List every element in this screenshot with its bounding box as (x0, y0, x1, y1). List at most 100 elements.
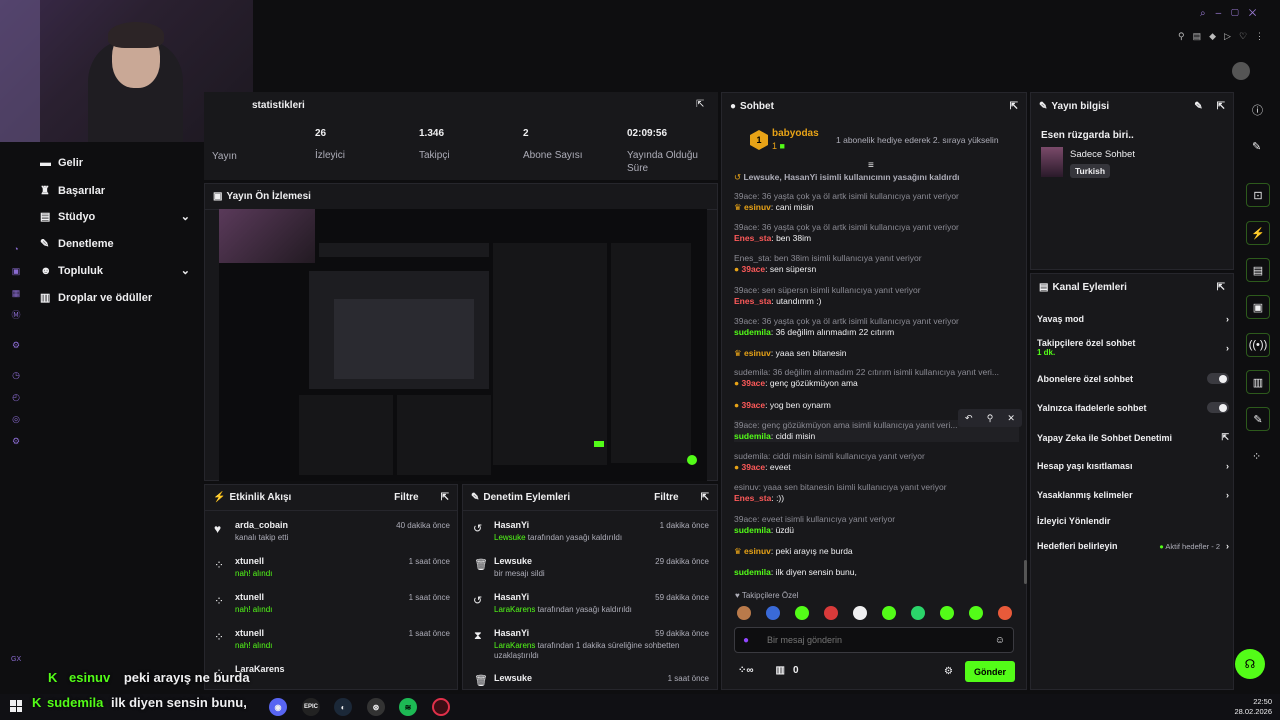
account-age-row[interactable]: Hesap yaşı kısıtlaması › (1037, 461, 1229, 471)
pin-icon[interactable]: ⚲ (987, 413, 994, 424)
kick-points-icon[interactable]: ⁘ (1252, 450, 1261, 463)
emote[interactable] (766, 606, 780, 620)
storage-icon[interactable]: ▥ (1246, 370, 1270, 394)
chat-input[interactable] (767, 635, 995, 645)
wrench-icon[interactable]: ✎ (1246, 407, 1270, 431)
emoji-icon[interactable]: ☺ (995, 635, 1005, 646)
windows-icon[interactable] (10, 700, 22, 712)
restore-icon[interactable]: ▢ (1231, 8, 1249, 19)
emote[interactable] (998, 606, 1012, 620)
edit-icon[interactable]: ✎ (1252, 140, 1261, 153)
clock: 22:50 28.02.2026 (1234, 697, 1272, 716)
expand-icon[interactable]: ⇱ (1010, 101, 1018, 112)
info-icon[interactable]: ⓘ (1252, 102, 1263, 118)
epic-icon[interactable]: EPIC (302, 698, 320, 716)
support-button[interactable]: ☊ (1235, 649, 1265, 679)
m-icon[interactable]: Ⓜ (8, 304, 24, 326)
chat-input-box[interactable]: ● ☺ (734, 627, 1014, 653)
sidebar-item-studyo[interactable]: ▤ Stüdyo ⌄ (40, 210, 190, 224)
expand-icon[interactable]: ⇱ (1217, 282, 1225, 293)
slow-mode-row[interactable]: Yavaş mod › (1037, 314, 1229, 324)
ai-moderation-row[interactable]: Yapay Zeka ile Sohbet Denetimi ⇱ (1037, 432, 1229, 443)
sidebar-item-denetleme[interactable]: ✎ Denetleme (40, 237, 114, 251)
emote[interactable] (853, 606, 867, 620)
chat-icon[interactable]: ◎ (8, 408, 24, 430)
emote[interactable] (911, 606, 925, 620)
emote[interactable] (969, 606, 983, 620)
avatar[interactable] (1232, 62, 1250, 80)
emote-only-toggle[interactable] (1207, 402, 1229, 413)
screen-icon[interactable]: ⊡ (1246, 183, 1270, 207)
category-name[interactable]: Sadece Sohbet (1070, 149, 1135, 160)
browser-icon[interactable]: ⊛ (367, 698, 385, 716)
emote[interactable] (795, 606, 809, 620)
window-controls: ⌕–▢✕ (1200, 8, 1266, 19)
reply-icon[interactable]: ↶ (965, 413, 973, 424)
filter-button[interactable]: Filtre (654, 492, 678, 503)
chat-bubble-icon[interactable]: ▣ (1246, 295, 1270, 319)
discord-icon[interactable]: ◉ (269, 698, 287, 716)
bookmark-icon[interactable]: ▤ (1193, 31, 1210, 41)
expand-icon[interactable]: ⇱ (441, 492, 449, 503)
edit-icon[interactable]: ✎ (1194, 101, 1202, 112)
points-area: ⁘∞ ▥ 0 (738, 665, 799, 676)
emote[interactable] (824, 606, 838, 620)
gear-icon[interactable]: ⚙ (944, 666, 953, 677)
minimize-icon[interactable]: – (1216, 8, 1232, 19)
emote-only-row: Yalnızca ifadelerle sohbet (1037, 402, 1229, 413)
calendar-icon[interactable]: ▣ (8, 260, 24, 282)
followers-only-row[interactable]: Takipçilere özel sohbet 1 dk. › (1037, 338, 1229, 357)
sidebar-item-droplar[interactable]: ▥ Droplar ve ödüller (40, 291, 152, 305)
chevron-right-icon: › (1226, 342, 1229, 353)
list-item: 🗑 Lewsuke bir mesajı sildi 29 dakika önc… (474, 556, 709, 578)
clock-icon[interactable]: ◷ (8, 364, 24, 386)
emote[interactable] (940, 606, 954, 620)
history-icon[interactable]: ◴ (8, 386, 24, 408)
opera-gx-icon[interactable] (432, 698, 450, 716)
pin-icon[interactable]: ⚲ (1178, 31, 1193, 41)
tag-chip[interactable]: Turkish (1070, 164, 1111, 178)
more-icon[interactable]: ⋮ (1255, 31, 1272, 41)
banned-words-row[interactable]: Yasaklanmış kelimeler › (1037, 490, 1229, 500)
raid-row[interactable]: İzleyici Yönlendir (1037, 516, 1229, 526)
kick-logo: K (48, 670, 58, 685)
sidebar-item-topluluk[interactable]: ☻ Topluluk ⌄ (40, 264, 190, 278)
sidebar-item-gelir[interactable]: ▬ Gelir (40, 157, 83, 169)
pinned-username[interactable]: babyodas (772, 128, 819, 139)
filter-button[interactable]: Filtre (394, 492, 418, 503)
expand-icon[interactable]: ⇱ (1217, 101, 1225, 112)
send-button[interactable]: Gönder (965, 661, 1015, 682)
clipboard-icon[interactable]: ▤ (1246, 258, 1270, 282)
emote[interactable] (737, 606, 751, 620)
broadcast-icon[interactable]: ((•)) (1246, 333, 1270, 357)
lightning-icon[interactable]: ⚡ (1246, 221, 1270, 245)
shield-icon[interactable]: ◆ (1209, 31, 1224, 41)
collapse-icon[interactable]: ≡ (868, 160, 874, 171)
kick-points-icon[interactable]: ⁘∞ (738, 665, 754, 676)
stream-preview[interactable] (219, 209, 707, 481)
expand-icon[interactable]: ⇱ (701, 492, 709, 503)
play-icon[interactable]: ▷ (1224, 31, 1239, 41)
goals-row[interactable]: Hedefleri belirleyin ● Aktif hedefler - 2… (1037, 541, 1229, 551)
microphone-icon[interactable]: ● (743, 635, 767, 646)
chat-scrollbar[interactable] (1024, 560, 1027, 584)
gear-icon[interactable]: ⚙ (8, 334, 24, 356)
subscribers-only-toggle[interactable] (1207, 373, 1229, 384)
emote[interactable] (882, 606, 896, 620)
stat-izleyici: 26 İzleyici (315, 128, 346, 161)
heart-icon[interactable]: ♡ (1239, 31, 1255, 41)
dashboard-icon[interactable]: ◔ (8, 238, 24, 260)
chat-message: esinuv: yaaa sen bitanesin isimli kullan… (734, 482, 947, 503)
chevron-right-icon: › (1226, 490, 1229, 500)
spotify-icon[interactable]: ≋ (399, 698, 417, 716)
trash-icon[interactable]: ✕ (1007, 413, 1015, 424)
search-icon[interactable]: ⌕ (1200, 8, 1216, 19)
expand-icon[interactable]: ⇱ (696, 99, 704, 110)
store-icon[interactable]: ▥ (776, 665, 785, 676)
steam-icon[interactable]: ◐ (334, 698, 352, 716)
settings-icon[interactable]: ⚙ (8, 430, 24, 452)
close-icon[interactable]: ✕ (1249, 8, 1267, 19)
grid-icon[interactable]: ▦ (8, 282, 24, 304)
category-thumbnail (1041, 147, 1063, 177)
sidebar-item-basarilar[interactable]: ♜ Başarılar (40, 184, 105, 198)
